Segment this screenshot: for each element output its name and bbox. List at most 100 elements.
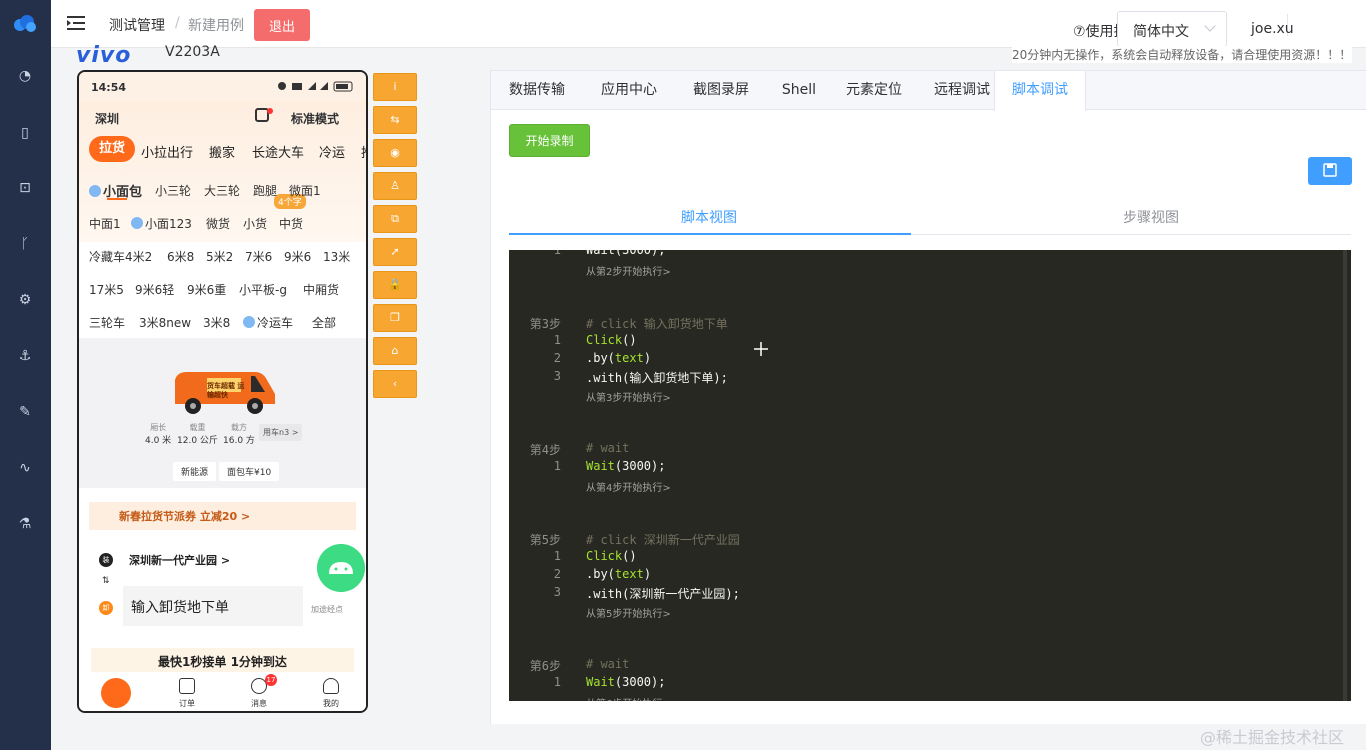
phone-status-bar: 14:54 — [79, 72, 366, 102]
vehicle-type[interactable]: 跑腿 — [253, 182, 277, 199]
script-editor[interactable]: 1 Wait(3000); 从第2步开始执行> 第3步 # click 输入卸货地下单 1… — [509, 250, 1351, 701]
tab-shell[interactable]: Shell — [767, 71, 831, 110]
tab-freight[interactable]: 拉货 — [89, 136, 135, 162]
nav-orders[interactable]: 订单 — [179, 698, 195, 709]
device-screen[interactable]: 14:54 深圳 标准模式 4个字 拉货 小拉出行 搬家 长途大车 冷运 推 小… — [77, 70, 368, 713]
vehicle-type[interactable]: 中厢货 — [303, 281, 339, 298]
vehicle-type[interactable]: 中面1 — [89, 215, 121, 232]
nav-messages[interactable]: 消息 — [251, 698, 267, 709]
copy-tool-button[interactable]: ⧉ — [373, 205, 417, 233]
username[interactable]: joe.xu — [1251, 21, 1294, 37]
vehicle-type[interactable]: 6米8 — [167, 248, 194, 265]
city-selector[interactable]: 深圳 — [95, 110, 119, 127]
orders-icon[interactable] — [179, 678, 195, 694]
breadcrumb-test-management[interactable]: 测试管理 — [109, 15, 165, 35]
vehicle-type[interactable]: 冷藏车4米2 — [89, 248, 152, 265]
tab-more[interactable]: 推 — [361, 142, 366, 161]
code-text[interactable]: 从第4步开始执行> — [586, 479, 671, 494]
code-token: 从第3步开始执行> — [586, 393, 671, 404]
vehicle-type[interactable]: 冷运车 — [243, 314, 293, 331]
wrench-icon[interactable]: ✎ — [15, 402, 35, 422]
start-recording-button[interactable]: 开始录制 — [509, 124, 590, 157]
language-select[interactable]: 简体中文 — [1117, 11, 1227, 47]
tab-ride[interactable]: 小拉出行 — [141, 142, 193, 161]
back-tool-button[interactable]: ‹ — [373, 370, 417, 398]
anchor-icon[interactable]: ⚓ — [15, 346, 35, 366]
location-tool-button[interactable]: ➚ — [373, 238, 417, 266]
tab-cold-chain[interactable]: 冷运 — [319, 142, 345, 161]
vehicle-type[interactable]: 13米 — [323, 248, 350, 265]
vehicle-type[interactable]: 小货 — [243, 215, 267, 232]
pulse-icon[interactable]: ∿ — [15, 458, 35, 478]
logout-button[interactable]: 退出 — [254, 9, 310, 41]
info-tool-button[interactable]: i — [373, 73, 417, 101]
vehicle-type[interactable]: 5米2 — [206, 248, 233, 265]
chip-van-price[interactable]: 面包车¥10 — [219, 462, 280, 481]
vehicle-type[interactable]: 9米6轻 — [135, 281, 174, 298]
profile-icon[interactable] — [323, 678, 339, 694]
tab-script-debug[interactable]: 脚本调试 — [994, 71, 1086, 111]
home-tool-button[interactable]: ⌂ — [373, 337, 417, 365]
vehicle-type[interactable]: 9米6 — [284, 248, 311, 265]
tab-data-transfer[interactable]: 数据传输 — [491, 71, 583, 110]
menu-toggle-icon[interactable] — [67, 15, 85, 31]
vehicle-type[interactable]: 小平板-g — [239, 281, 287, 298]
vehicle-type[interactable]: 3米8 — [203, 314, 230, 331]
swap-icon[interactable]: ⇅ — [102, 576, 110, 586]
vehicle-type[interactable]: 全部 — [312, 314, 336, 331]
pickup-address[interactable]: 深圳新一代产业园 > — [129, 552, 230, 568]
editor-scrollbar[interactable] — [1343, 250, 1347, 701]
vehicle-type[interactable]: 大三轮 — [204, 182, 240, 199]
chip-new-energy[interactable]: 新能源 — [173, 462, 217, 481]
tab-app-center[interactable]: 应用中心 — [583, 71, 675, 110]
vehicle-type[interactable]: 微面1 — [289, 182, 321, 199]
add-waypoint-button[interactable]: 加途经点 — [311, 604, 343, 615]
phone-icon[interactable]: ▯ — [15, 123, 35, 143]
swap-tool-button[interactable]: ⇆ — [373, 106, 417, 134]
code-token: 从第2步开始执行> — [586, 267, 671, 278]
code-text[interactable]: 从第5步开始执行> — [586, 605, 671, 620]
line-number: 1 — [553, 675, 561, 689]
snowflake-icon — [243, 316, 255, 328]
mode-selector[interactable]: 标准模式 — [291, 110, 339, 127]
tab-moving[interactable]: 搬家 — [209, 142, 235, 161]
dropoff-input[interactable]: 输入卸货地下单 — [123, 586, 303, 626]
vehicle-type[interactable]: 中货 — [279, 215, 303, 232]
vehicle-type[interactable]: 微货 — [206, 215, 230, 232]
promo-banner[interactable]: 新春拉货节派券 立减20 > — [89, 502, 356, 530]
tab-long-haul[interactable]: 长途大车 — [252, 142, 304, 161]
vehicle-type[interactable]: 小面123 — [131, 215, 192, 232]
nav-profile[interactable]: 我的 — [323, 698, 339, 709]
code-text[interactable]: 从第6步开始执行> — [586, 695, 671, 701]
vehicle-type[interactable]: 7米6 — [245, 248, 272, 265]
view-tab-active-indicator — [509, 233, 911, 235]
save-button[interactable] — [1308, 157, 1352, 185]
vehicle-type[interactable]: 3米8new — [139, 314, 191, 331]
code-token: # click 输入卸货地下单 — [586, 317, 728, 331]
tab-element-locate[interactable]: 元素定位 — [831, 71, 917, 110]
code-text: .by(text) — [586, 351, 651, 365]
user-tool-button[interactable]: ♙ — [373, 172, 417, 200]
line-number: 1 — [553, 250, 561, 257]
robot-icon[interactable]: ⊡ — [15, 178, 35, 198]
vehicle-type[interactable]: 9米6重 — [187, 281, 226, 298]
script-view-tab[interactable]: 脚本视图 — [681, 207, 737, 227]
eye-tool-button[interactable]: ◉ — [373, 139, 417, 167]
vehicle-type[interactable]: 三轮车 — [89, 314, 125, 331]
dashboard-icon[interactable]: ◔ — [15, 66, 35, 86]
flask-icon[interactable]: ⚗ — [15, 514, 35, 534]
vehicle-type[interactable]: 小三轮 — [155, 182, 191, 199]
step-view-tab[interactable]: 步骤视图 — [1123, 207, 1179, 227]
lock-tool-button[interactable]: 🔒 — [373, 271, 417, 299]
code-text[interactable]: 从第3步开始执行> — [586, 389, 671, 404]
use-car-button[interactable]: 用车n3 > — [259, 424, 303, 441]
cloud-logo-icon[interactable] — [11, 12, 37, 34]
home-truck-icon[interactable] — [101, 678, 131, 708]
vehicle-type[interactable]: 17米5 — [89, 281, 124, 298]
code-text[interactable]: 从第2步开始执行> — [586, 263, 671, 278]
android-icon[interactable] — [317, 544, 365, 592]
gear-icon[interactable]: ⚙ — [15, 290, 35, 310]
branch-icon[interactable]: ᚴ — [15, 234, 35, 254]
tab-screenshot[interactable]: 截图录屏 — [675, 71, 767, 110]
screens-tool-button[interactable]: ❐ — [373, 304, 417, 332]
